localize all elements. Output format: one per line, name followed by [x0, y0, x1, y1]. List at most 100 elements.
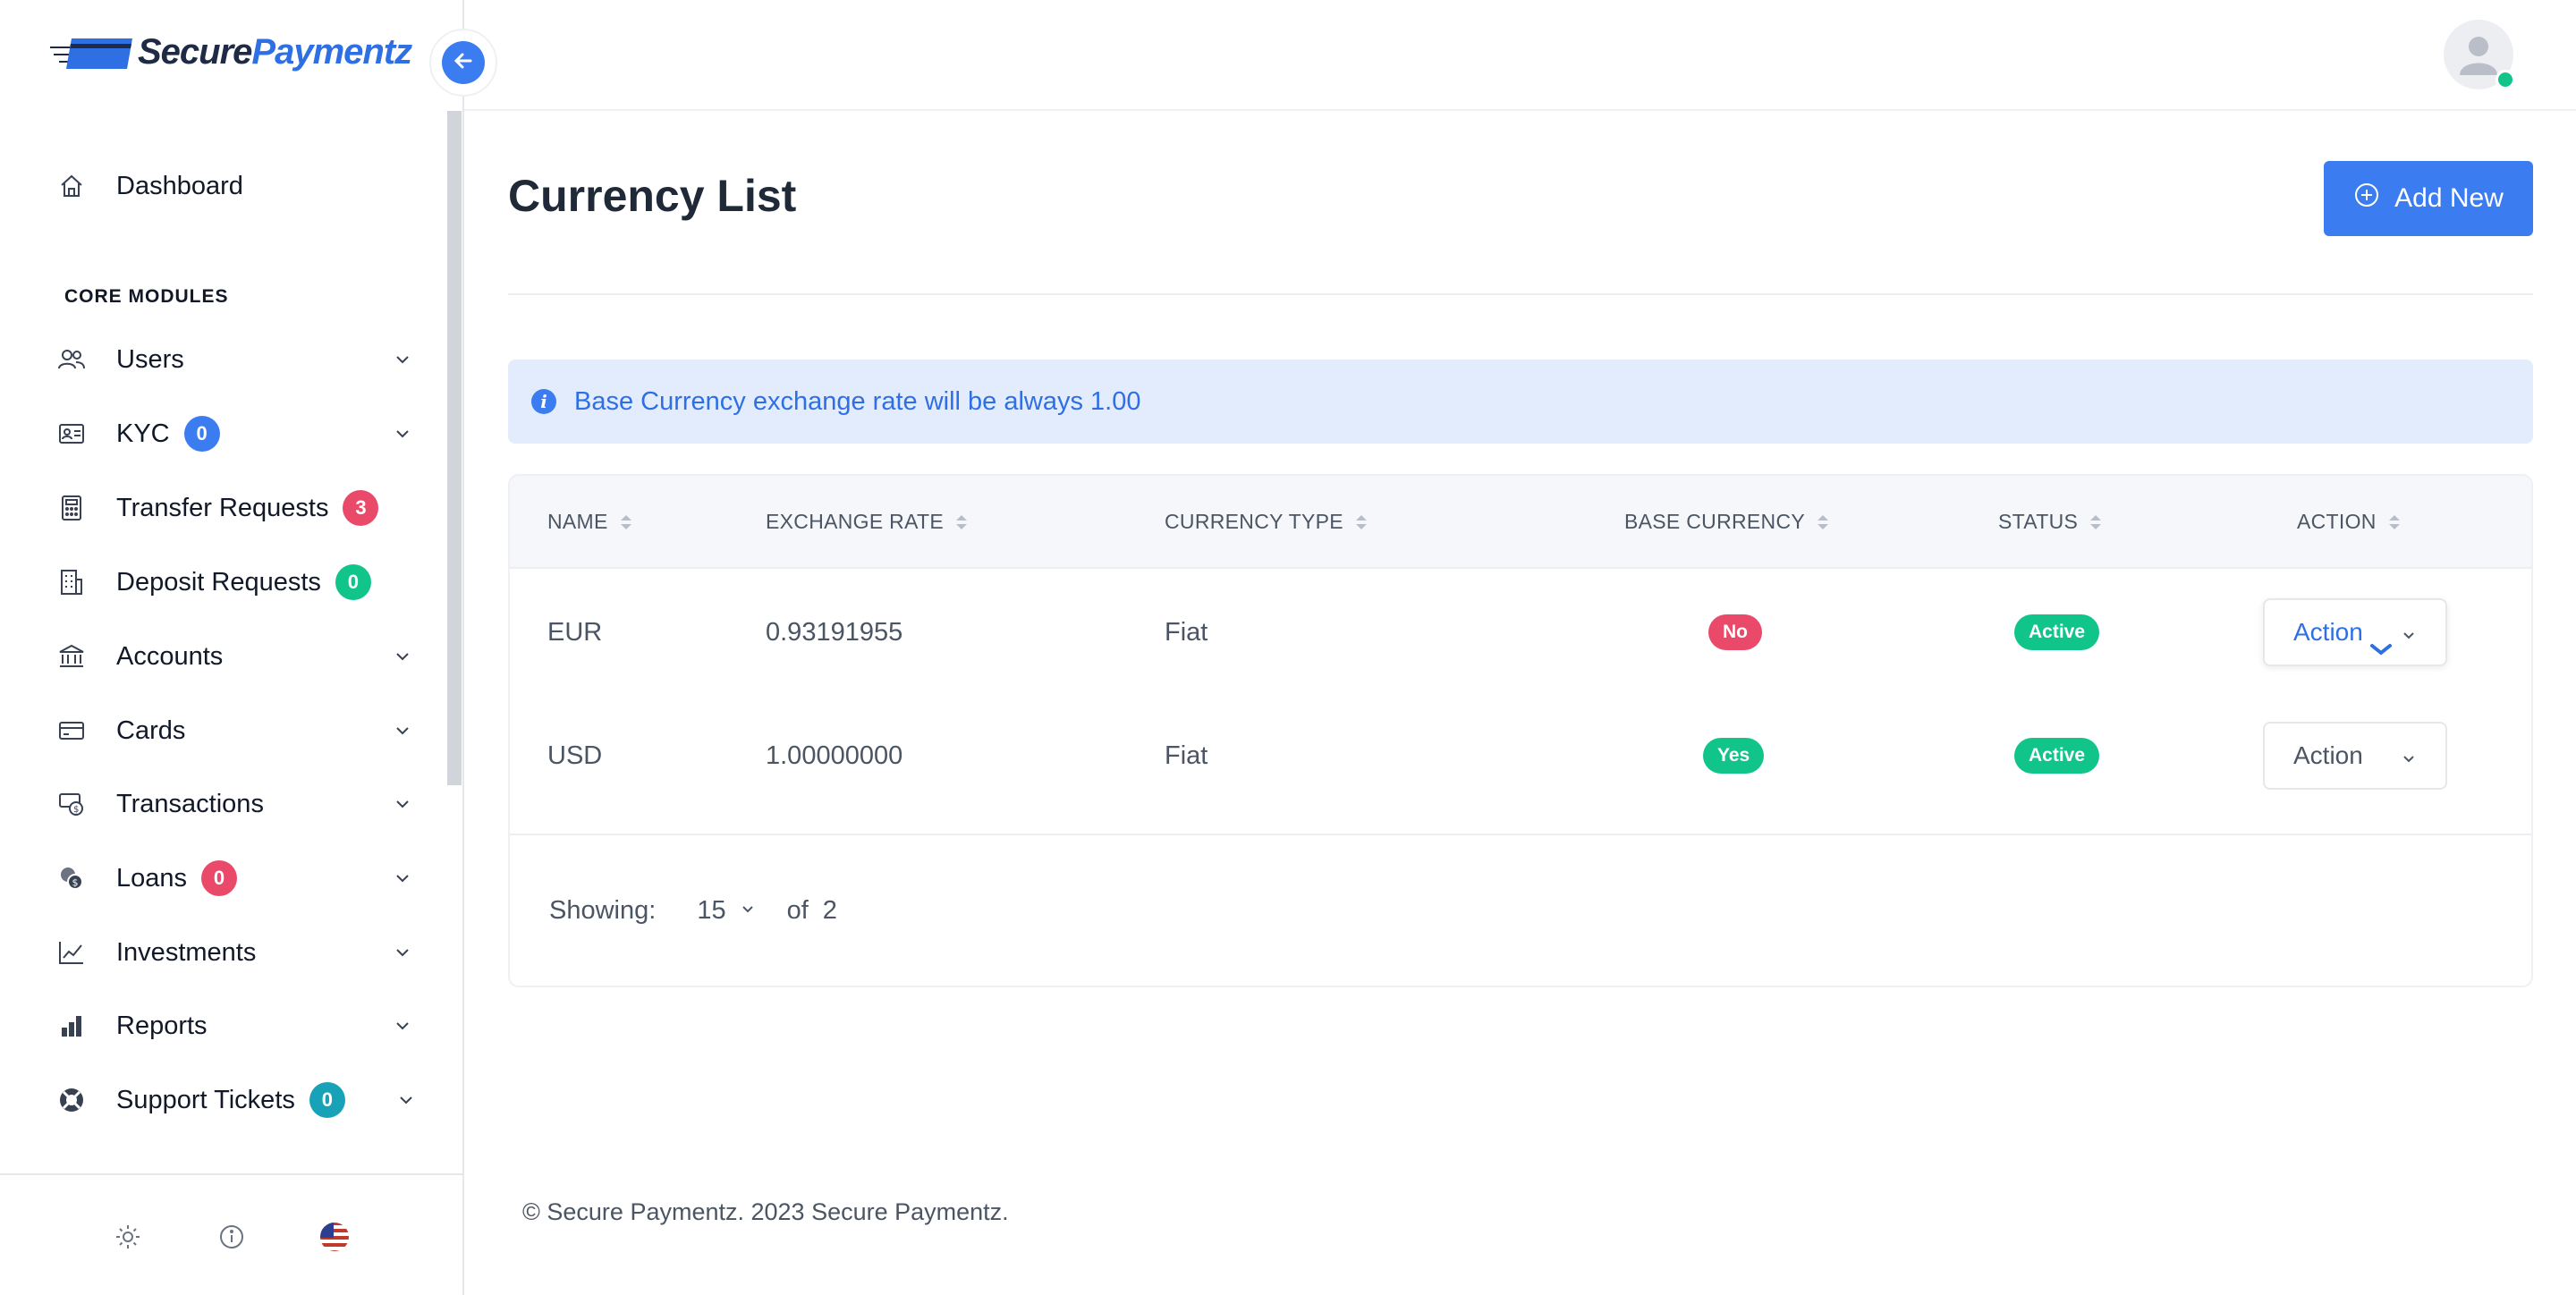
money-transfer-icon: $	[57, 790, 86, 818]
column-header-status[interactable]: STATUS	[1998, 510, 2102, 534]
info-icon[interactable]	[216, 1222, 247, 1252]
kyc-count-badge: 0	[183, 416, 220, 452]
chevron-down-icon	[390, 421, 415, 446]
showing-label: Showing:	[549, 896, 657, 925]
sidebar-footer	[0, 1173, 462, 1295]
sidebar-item-transfer-requests[interactable]: Transfer Requests 3	[57, 481, 415, 535]
svg-text:$: $	[73, 805, 79, 815]
sidebar-item-label: Loans	[116, 863, 188, 893]
sort-icon	[1818, 514, 1828, 529]
cell-exchange-rate: 0.93191955	[766, 617, 903, 647]
cell-currency-type: Fiat	[1165, 617, 1208, 647]
svg-text:$: $	[72, 877, 79, 889]
status-badge: Active	[2014, 614, 2100, 650]
sidebar-item-label: Transactions	[116, 789, 264, 818]
table-row: USD 1.00000000 Fiat Yes Active Action	[510, 694, 2531, 817]
sidebar-item-deposit-requests[interactable]: Deposit Requests 0	[57, 555, 415, 609]
chevron-down-icon	[2399, 747, 2419, 775]
table-header: NAME EXCHANGE RATE CURRENCY TYPE BASE CU…	[510, 476, 2531, 569]
sidebar: SecurePaymentz CORE MODULES Dashboard Us…	[0, 0, 464, 1295]
sidebar-item-loans[interactable]: $ Loans 0	[57, 851, 415, 905]
plus-circle-icon	[2353, 182, 2380, 216]
page-title: Currency List	[508, 171, 797, 221]
sidebar-collapse-button[interactable]	[429, 29, 497, 97]
sidebar-item-reports[interactable]: Reports	[57, 999, 415, 1053]
chevron-down-icon	[390, 718, 415, 743]
sidebar-item-users[interactable]: Users	[57, 333, 415, 386]
sidebar-item-label: Cards	[116, 715, 186, 745]
currency-table-card: NAME EXCHANGE RATE CURRENCY TYPE BASE CU…	[508, 474, 2533, 987]
sort-icon	[956, 514, 968, 529]
chevron-down-icon	[390, 1013, 415, 1038]
deposit-requests-count-badge: 0	[335, 564, 371, 600]
sidebar-item-investments[interactable]: Investments	[57, 926, 415, 979]
sun-icon[interactable]	[113, 1222, 143, 1252]
pagination-info: Showing: 15 of 2	[549, 896, 837, 926]
cell-exchange-rate: 1.00000000	[766, 741, 903, 770]
sidebar-item-transactions[interactable]: $ Transactions	[57, 777, 415, 831]
coins-icon: $	[57, 864, 86, 893]
table-footer-divider	[510, 834, 2531, 835]
sidebar-item-cards[interactable]: Cards	[57, 704, 415, 758]
chevron-down-icon	[2399, 623, 2419, 652]
column-header-exchange-rate[interactable]: EXCHANGE RATE	[766, 510, 968, 534]
per-page-select[interactable]: 15	[697, 896, 756, 926]
sidebar-item-label: Accounts	[116, 641, 224, 671]
chevron-down-icon	[394, 1088, 419, 1113]
brand-logo[interactable]: SecurePaymentz	[50, 32, 412, 72]
action-dropdown-button[interactable]: Action	[2263, 722, 2447, 790]
base-currency-badge: Yes	[1703, 738, 1765, 774]
users-icon	[57, 345, 86, 374]
column-header-base-currency[interactable]: BASE CURRENCY	[1624, 510, 1828, 534]
cursor-indicator-icon	[2368, 634, 2394, 663]
column-header-name[interactable]: NAME	[547, 510, 631, 534]
transfer-requests-count-badge: 3	[343, 490, 379, 526]
chart-line-icon	[57, 938, 86, 967]
sidebar-item-label: Transfer Requests	[116, 493, 329, 522]
sidebar-item-accounts[interactable]: Accounts	[57, 630, 415, 683]
sort-icon	[2090, 514, 2102, 529]
cell-name: USD	[547, 741, 603, 770]
sort-icon	[620, 514, 631, 529]
sort-icon	[1355, 514, 1367, 529]
copyright-text: © Secure Paymentz. 2023 Secure Paymentz.	[522, 1198, 1009, 1225]
home-icon	[57, 172, 86, 200]
building-icon	[57, 568, 86, 597]
add-new-label: Add New	[2394, 183, 2504, 213]
sidebar-item-label: Reports	[116, 1011, 208, 1040]
id-card-icon	[57, 419, 86, 448]
sidebar-item-label: KYC	[116, 419, 170, 448]
sidebar-item-kyc[interactable]: KYC 0	[57, 407, 415, 461]
calculator-icon	[57, 494, 86, 522]
sort-icon	[2388, 514, 2400, 529]
chevron-down-icon	[739, 896, 757, 926]
sidebar-item-support-tickets[interactable]: Support Tickets 0	[57, 1073, 415, 1127]
column-header-action[interactable]: ACTION	[2297, 510, 2400, 534]
sidebar-item-label: Investments	[116, 937, 257, 967]
brand-name: SecurePaymentz	[138, 32, 412, 72]
top-bar	[464, 0, 2576, 111]
credit-card-icon	[57, 716, 86, 745]
sidebar-item-label: Deposit Requests	[116, 567, 321, 597]
card-logo-icon	[50, 33, 132, 72]
arrow-left-icon	[451, 48, 476, 78]
action-label: Action	[2293, 741, 2363, 769]
sidebar-item-label: Users	[116, 344, 184, 374]
of-label: of	[786, 896, 809, 925]
chevron-down-icon	[390, 791, 415, 817]
online-status-indicator	[2496, 70, 2515, 89]
add-new-button[interactable]: Add New	[2324, 161, 2533, 236]
lifebuoy-icon	[57, 1086, 86, 1114]
header-divider	[508, 293, 2533, 295]
loans-count-badge: 0	[201, 860, 238, 896]
alert-text: Base Currency exchange rate will be alwa…	[574, 386, 1141, 416]
action-dropdown-button[interactable]: Action	[2263, 598, 2447, 666]
cell-currency-type: Fiat	[1165, 741, 1208, 770]
sidebar-item-dashboard[interactable]: Dashboard	[57, 159, 415, 213]
us-flag-icon[interactable]	[319, 1222, 350, 1252]
table-row: EUR 0.93191955 Fiat No Active Action	[510, 571, 2531, 694]
column-header-currency-type[interactable]: CURRENCY TYPE	[1165, 510, 1367, 534]
info-icon: i	[531, 389, 556, 414]
sidebar-scrollbar[interactable]	[447, 111, 462, 785]
bank-icon	[57, 642, 86, 671]
